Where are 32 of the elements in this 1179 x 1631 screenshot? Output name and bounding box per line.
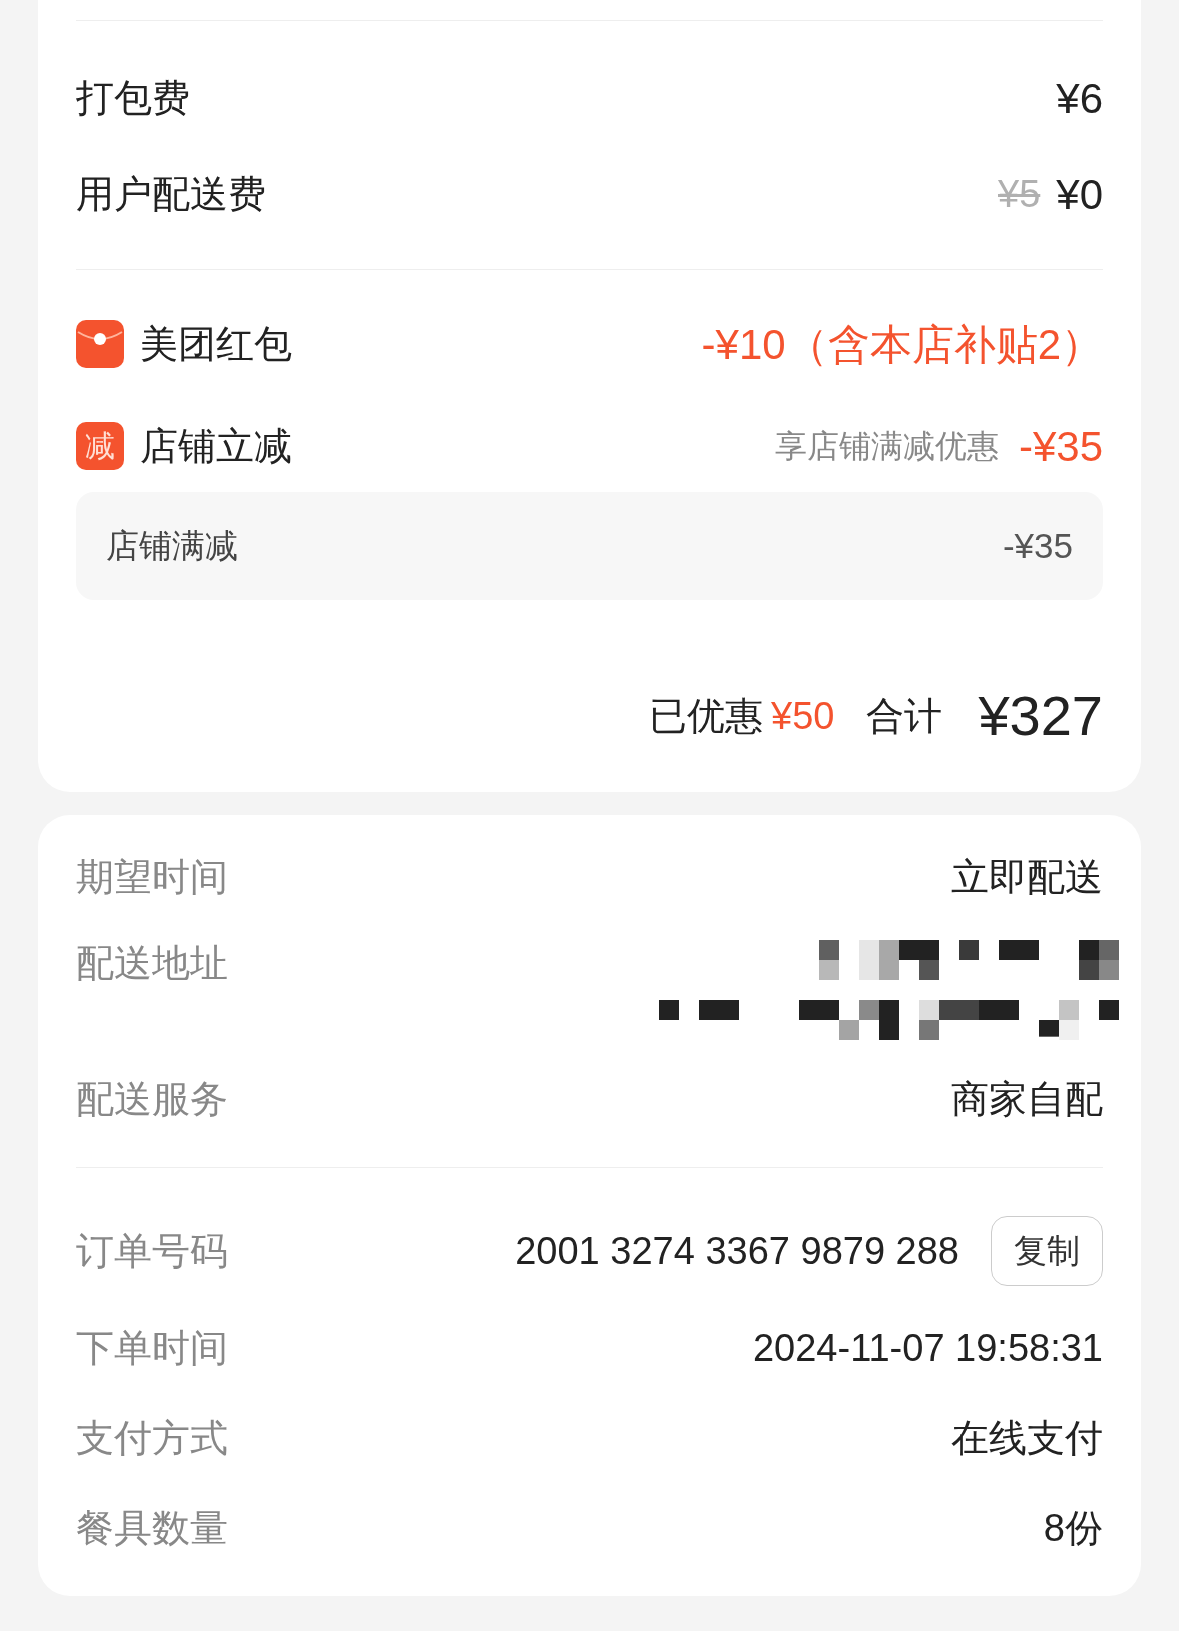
detail-amount: -¥35 (1002, 524, 1073, 567)
info-label: 下单时间 (76, 1325, 228, 1371)
fee-label: 用户配送费 (76, 171, 266, 217)
copy-button[interactable]: 复制 (991, 1216, 1103, 1286)
info-value: 商家自配 (951, 1077, 1103, 1122)
envelope-icon (76, 320, 124, 368)
original-price: ¥5 (998, 171, 1041, 217)
detail-label: 店铺满减 (106, 526, 238, 567)
info-value: 立即配送 (951, 855, 1103, 900)
discount-label: 店铺立减 (140, 423, 292, 469)
info-label: 配送地址 (76, 941, 228, 986)
fee-amount: ¥0 (1056, 169, 1103, 220)
discount-badge: 减 (76, 422, 124, 470)
discount-label: 美团红包 (140, 321, 292, 367)
fee-amount: ¥6 (1056, 73, 1103, 124)
total-amount: ¥327 (978, 688, 1103, 744)
saved-amount: ¥50 (771, 693, 835, 739)
discount-note: 享店铺满减优惠 (774, 427, 999, 466)
discount-amount: -¥10（含本店补贴2） (701, 319, 1103, 370)
info-value: 2024-11-07 19:58:31 (752, 1325, 1103, 1371)
info-label: 期望时间 (76, 855, 228, 900)
discount-amount: -¥35 (1018, 421, 1103, 472)
info-value: 8份 (1043, 1505, 1103, 1551)
info-value: 2001 3274 3367 9879 288 (515, 1228, 959, 1274)
info-label: 配送服务 (76, 1077, 228, 1122)
fee-label: 打包费 (76, 75, 190, 121)
total-label: 合计 (866, 693, 943, 739)
info-label: 餐具数量 (76, 1505, 228, 1551)
info-label: 订单号码 (76, 1228, 228, 1274)
saved-label: 已优惠 (649, 693, 763, 739)
info-label: 支付方式 (76, 1415, 228, 1461)
info-value: 在线支付 (951, 1415, 1103, 1461)
